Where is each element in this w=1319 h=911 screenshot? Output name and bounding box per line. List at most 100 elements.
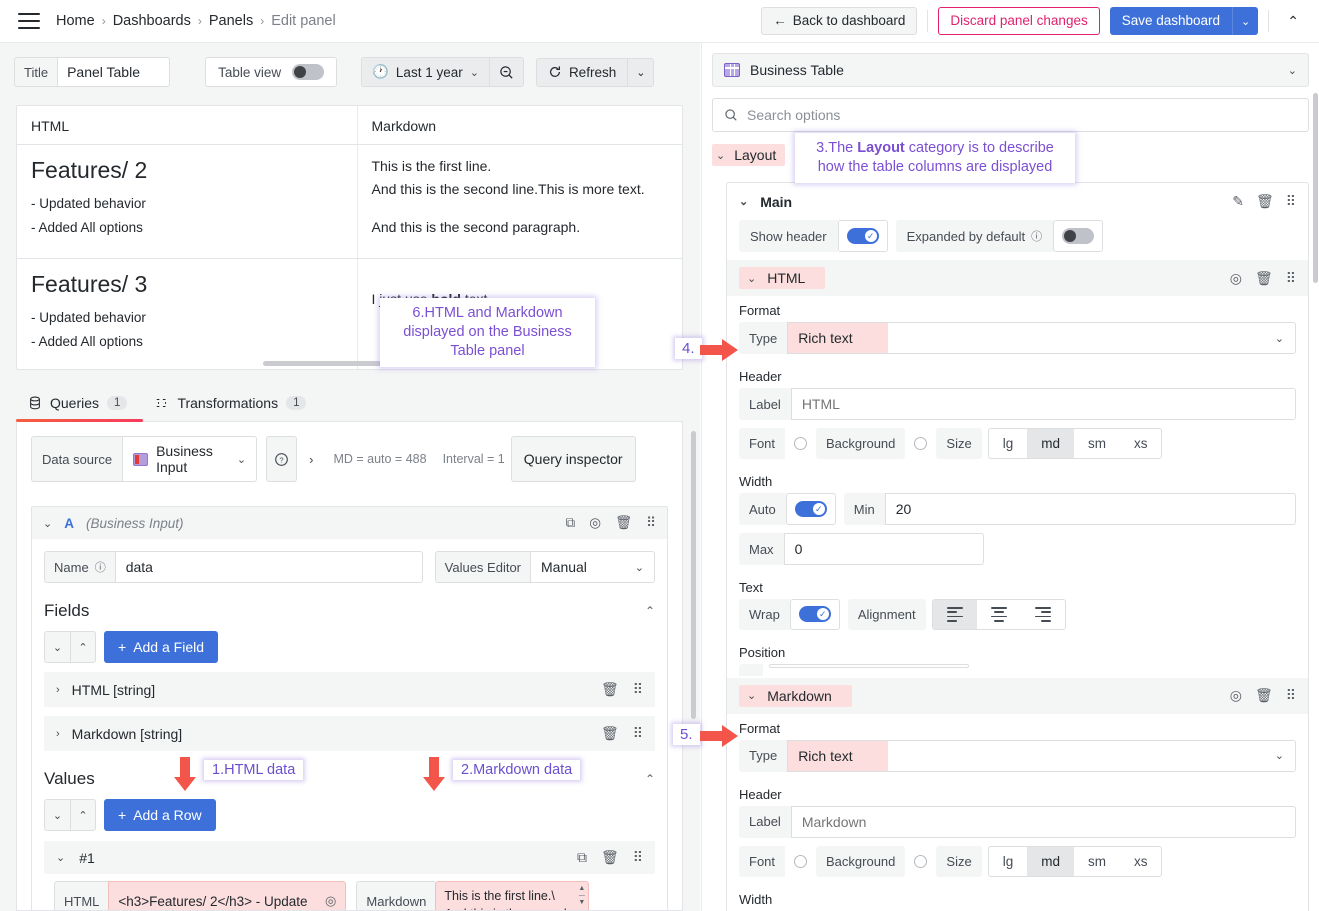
markdown-type-select[interactable]: Rich text ⌄ — [787, 739, 1296, 772]
collapse-all-fields-icon[interactable]: ⌄ — [44, 631, 70, 663]
breadcrumb-home[interactable]: Home — [56, 13, 95, 29]
panel-title-input[interactable] — [57, 57, 171, 87]
html-label-input[interactable] — [790, 388, 1296, 420]
markdown-background-color-radio[interactable] — [914, 854, 928, 868]
duplicate-row-icon[interactable]: ⧉ — [577, 849, 587, 866]
info-circle-icon[interactable]: ⓘ — [1031, 228, 1042, 244]
tab-transformations[interactable]: Transformations 1 — [143, 390, 322, 421]
field-row-html[interactable]: › HTML [string] 🗑 ⠿ — [44, 672, 655, 707]
table-view-toggle-group[interactable]: Table view — [205, 57, 338, 87]
markdown-size-xs[interactable]: xs — [1120, 847, 1162, 876]
query-name-input[interactable] — [114, 551, 423, 583]
values-editor-select[interactable]: Manual ⌄ — [530, 551, 655, 583]
left-pane-vertical-scrollbar[interactable] — [691, 431, 696, 719]
fields-collapse-chevron-up-icon[interactable]: ⌃ — [645, 604, 655, 618]
delete-field-trash-icon[interactable]: 🗑 — [601, 681, 619, 698]
time-range-picker[interactable]: 🕐 Last 1 year ⌄ — [361, 57, 489, 87]
chevron-down-icon[interactable]: ⌄ — [747, 689, 756, 702]
html-font-color-radio[interactable] — [794, 437, 808, 450]
hide-query-eye-icon[interactable]: ◎ — [589, 515, 601, 531]
collapse-all-rows-icon[interactable]: ⌄ — [44, 799, 70, 831]
values-collapse-chevron-up-icon[interactable]: ⌃ — [645, 772, 655, 786]
delete-query-trash-icon[interactable]: 🗑 — [615, 515, 632, 531]
delete-column-trash-icon[interactable]: 🗑 — [1255, 687, 1273, 704]
query-inspector-button[interactable]: Query inspector — [510, 436, 636, 482]
column-header-html[interactable]: ⌄ HTML ◎ 🗑 ⠿ — [727, 260, 1308, 296]
html-wrap-toggle-box[interactable] — [789, 599, 840, 630]
drag-handle-icon[interactable]: ⠿ — [633, 681, 643, 698]
chevron-right-icon[interactable]: › — [56, 728, 60, 740]
markdown-size-sm[interactable]: sm — [1074, 847, 1120, 876]
chevron-down-icon[interactable]: ⌄ — [747, 272, 756, 285]
column-header-markdown[interactable]: ⌄ Markdown ◎ 🗑 ⠿ — [727, 677, 1308, 714]
html-wrap-toggle[interactable] — [798, 606, 831, 623]
preview-eye-icon[interactable]: ◎ — [317, 893, 336, 909]
row1-markdown-textarea[interactable]: This is the first line.\ And this is the… — [435, 881, 590, 910]
value-row-header-1[interactable]: ⌄ #1 ⧉ 🗑 ⠿ — [44, 841, 655, 874]
expand-all-rows-icon[interactable]: ⌃ — [70, 799, 96, 831]
tab-queries[interactable]: Queries 1 — [16, 390, 144, 422]
row1-html-input[interactable]: <h3>Features/ 2</h3> - Update ◎ — [108, 881, 347, 910]
info-circle-icon[interactable]: ⓘ — [95, 559, 106, 575]
chevron-down-icon[interactable]: ⌄ — [43, 517, 52, 530]
save-dashboard-chevron-down-icon[interactable]: ⌄ — [1232, 6, 1259, 36]
collapse-chevron-up-icon[interactable]: ⌃ — [1279, 9, 1307, 34]
markdown-label-input[interactable] — [790, 805, 1296, 838]
group-header-main[interactable]: ⌄ Main ✎ 🗑 ⠿ — [727, 183, 1308, 220]
save-dashboard-button[interactable]: Save dashboard — [1109, 6, 1233, 36]
breadcrumb-dashboards[interactable]: Dashboards — [113, 13, 191, 29]
hamburger-icon[interactable] — [18, 13, 40, 29]
markdown-font-color-radio[interactable] — [794, 854, 808, 868]
field-row-markdown[interactable]: › Markdown [string] 🗑 ⠿ — [44, 716, 655, 751]
drag-handle-icon[interactable]: ⠿ — [646, 515, 656, 531]
show-header-toggle[interactable] — [846, 228, 879, 244]
html-size-lg[interactable]: lg — [989, 429, 1028, 458]
add-a-row-button[interactable]: + Add a Row — [104, 799, 216, 831]
chevron-down-icon[interactable]: ⌄ — [56, 851, 65, 864]
markdown-size-lg[interactable]: lg — [989, 847, 1028, 876]
delete-field-trash-icon[interactable]: 🗑 — [601, 725, 619, 742]
datasource-picker[interactable]: Business Input ⌄ — [122, 436, 258, 482]
html-size-md[interactable]: md — [1027, 429, 1074, 458]
delete-row-trash-icon[interactable]: 🗑 — [601, 849, 619, 866]
table-view-toggle[interactable] — [292, 64, 325, 80]
html-type-select[interactable]: Rich text ⌄ — [787, 322, 1296, 354]
markdown-size-md[interactable]: md — [1027, 846, 1074, 876]
refresh-interval-chevron-down-icon[interactable]: ⌄ — [627, 57, 655, 87]
datasource-help-button[interactable]: ? — [266, 436, 298, 482]
options-category-layout[interactable]: ⌄ Layout — [712, 144, 786, 166]
html-max-width-input[interactable] — [783, 533, 984, 565]
discard-panel-changes-button[interactable]: Discard panel changes — [938, 6, 1100, 36]
html-auto-toggle-box[interactable] — [785, 493, 836, 525]
html-auto-width-toggle[interactable] — [794, 501, 827, 517]
breadcrumb-panels[interactable]: Panels — [209, 13, 253, 29]
align-right-button[interactable] — [1021, 600, 1065, 629]
table-column-header-html[interactable]: HTML — [17, 106, 358, 145]
drag-handle-icon[interactable]: ⠿ — [633, 849, 643, 866]
drag-handle-icon[interactable]: ⠿ — [1286, 193, 1296, 210]
chevron-down-icon[interactable]: ⌄ — [739, 195, 748, 208]
expanded-by-default-toggle[interactable] — [1062, 228, 1095, 244]
show-header-toggle-box[interactable] — [837, 220, 888, 252]
expanded-by-default-toggle-box[interactable] — [1053, 220, 1104, 252]
stepper-icon[interactable]: ▲ ― ▼ — [578, 885, 585, 907]
html-position-segmented-control[interactable] — [768, 663, 969, 668]
align-center-button[interactable] — [977, 600, 1021, 629]
add-a-field-button[interactable]: + Add a Field — [104, 631, 219, 663]
expand-all-fields-icon[interactable]: ⌃ — [70, 631, 96, 663]
zoom-out-time-range-button[interactable] — [488, 57, 524, 87]
html-size-sm[interactable]: sm — [1074, 429, 1120, 458]
refresh-button[interactable]: Refresh — [535, 57, 628, 87]
back-to-dashboard-button[interactable]: ← Back to dashboard — [761, 6, 918, 36]
search-options-field[interactable]: Search options — [712, 98, 1309, 132]
table-column-header-markdown[interactable]: Markdown — [357, 106, 682, 145]
drag-handle-icon[interactable]: ⠿ — [1286, 687, 1296, 704]
drag-handle-icon[interactable]: ⠿ — [1286, 270, 1296, 287]
chevron-right-icon[interactable]: › — [309, 452, 313, 467]
visualization-picker[interactable]: Business Table ⌄ — [712, 53, 1309, 87]
hide-column-eye-icon[interactable]: ◎ — [1230, 687, 1242, 704]
html-min-width-input[interactable] — [884, 493, 1296, 525]
align-left-button[interactable] — [932, 600, 977, 629]
delete-column-trash-icon[interactable]: 🗑 — [1255, 270, 1273, 287]
html-size-xs[interactable]: xs — [1120, 429, 1162, 458]
